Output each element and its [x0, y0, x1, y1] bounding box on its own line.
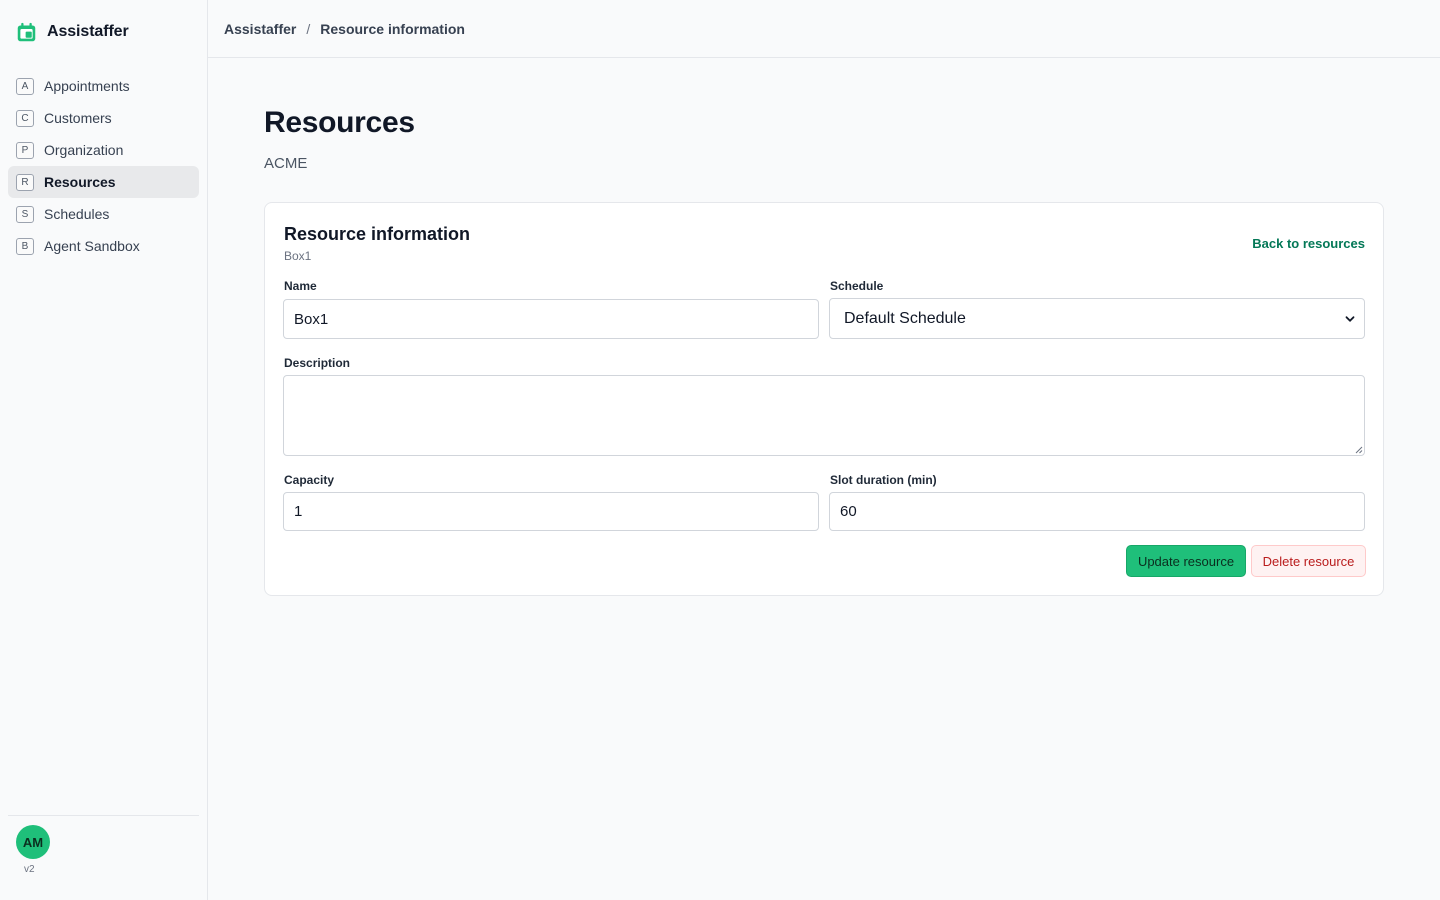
capacity-label: Capacity [284, 473, 335, 487]
shortcut-key-icon: S [16, 205, 34, 223]
slot-duration-input[interactable] [829, 492, 1365, 531]
breadcrumb-separator: / [306, 20, 311, 37]
brand[interactable]: Assistaffer [16, 20, 129, 44]
description-textarea[interactable] [283, 375, 1365, 456]
resource-info-card: Resource information Box1 Back to resour… [264, 202, 1384, 596]
sidebar-item-label: Agent Sandbox [44, 238, 140, 254]
slot-duration-label: Slot duration (min) [830, 473, 937, 487]
sidebar-item-resources[interactable]: R Resources [8, 166, 199, 198]
shortcut-key-icon: C [16, 109, 34, 127]
back-to-resources-link[interactable]: Back to resources [1252, 236, 1365, 251]
version-label: v2 [24, 864, 35, 875]
shortcut-key-icon: R [16, 173, 34, 191]
sidebar-item-label: Customers [44, 110, 112, 126]
sidebar-item-label: Appointments [44, 78, 130, 94]
resize-handle-icon[interactable] [1355, 446, 1363, 454]
app-name: Assistaffer [47, 23, 129, 40]
page-title: Resources [264, 106, 415, 139]
sidebar-item-agent-sandbox[interactable]: B Agent Sandbox [8, 230, 199, 262]
sidebar: Assistaffer A Appointments C Customers P… [0, 0, 208, 900]
sidebar-item-label: Resources [44, 174, 116, 190]
description-wrapper [283, 375, 1365, 456]
name-label: Name [284, 279, 317, 293]
sidebar-nav: A Appointments C Customers P Organizatio… [8, 70, 199, 262]
sidebar-item-label: Schedules [44, 206, 110, 222]
sidebar-item-schedules[interactable]: S Schedules [8, 198, 199, 230]
shortcut-key-icon: A [16, 77, 34, 95]
schedule-selected-value: Default Schedule [844, 309, 966, 327]
card-subtitle: Box1 [284, 249, 312, 263]
delete-resource-button[interactable]: Delete resource [1251, 545, 1366, 577]
card-title: Resource information [284, 224, 471, 244]
shortcut-key-icon: P [16, 141, 34, 159]
update-resource-button[interactable]: Update resource [1126, 545, 1246, 577]
breadcrumb-root[interactable]: Assistaffer [224, 21, 296, 37]
sidebar-item-organization[interactable]: P Organization [8, 134, 199, 166]
breadcrumb-current: Resource information [320, 20, 465, 37]
schedule-label: Schedule [830, 279, 884, 293]
capacity-input[interactable] [283, 492, 819, 531]
name-input[interactable] [283, 299, 819, 339]
schedule-select[interactable]: Default Schedule [829, 298, 1365, 339]
sidebar-divider [8, 815, 199, 816]
description-label: Description [284, 356, 351, 370]
sidebar-item-customers[interactable]: C Customers [8, 102, 199, 134]
sidebar-item-appointments[interactable]: A Appointments [8, 70, 199, 102]
sidebar-item-label: Organization [44, 142, 124, 158]
page-subtitle: ACME [264, 155, 308, 172]
chevron-down-icon [1345, 316, 1355, 322]
breadcrumb: Assistaffer / Resource information [208, 0, 1440, 58]
shortcut-key-icon: B [16, 237, 34, 255]
avatar[interactable]: AM [16, 825, 50, 859]
calendar-icon [17, 22, 36, 41]
